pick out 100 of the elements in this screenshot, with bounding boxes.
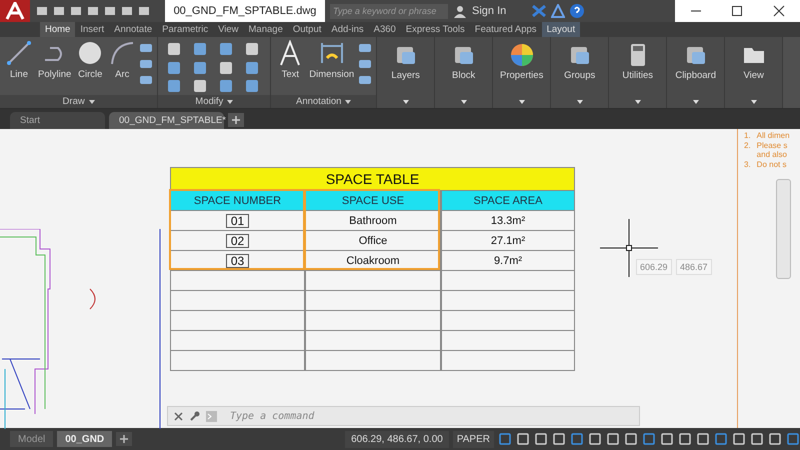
document-tab[interactable]: Start — [10, 112, 105, 129]
wrench-icon[interactable] — [189, 410, 200, 422]
sheet-tab[interactable]: Model — [10, 431, 54, 447]
column-header: SPACE NUMBER — [170, 191, 305, 211]
ribbon-tool[interactable]: Line — [4, 40, 34, 95]
quick-access-icon[interactable] — [137, 5, 151, 17]
ribbon-tab[interactable]: Manage — [244, 22, 288, 37]
tool-icon[interactable] — [244, 79, 260, 94]
tool-icon[interactable] — [166, 42, 182, 56]
tool-icon[interactable] — [139, 42, 154, 54]
application-menu-button[interactable] — [0, 0, 30, 22]
help-icon[interactable] — [570, 4, 584, 18]
maximize-icon[interactable] — [731, 5, 744, 17]
tool-icon[interactable] — [358, 42, 372, 54]
ribbon-panel-button[interactable]: View — [725, 37, 784, 108]
ribbon-tool[interactable]: Text — [275, 40, 306, 95]
panel-title[interactable]: Draw — [0, 95, 158, 108]
status-toggle-icon[interactable] — [570, 432, 584, 446]
ribbon-tab[interactable]: View — [213, 22, 244, 37]
new-layout-button[interactable] — [116, 432, 132, 446]
close-icon[interactable] — [773, 5, 786, 17]
command-field[interactable]: Type a command — [167, 406, 640, 426]
panel-title[interactable]: Modify — [158, 95, 270, 108]
ribbon-panel-button[interactable]: Utilities — [609, 37, 668, 108]
quick-access-icon[interactable] — [86, 5, 100, 17]
status-toggle-icon[interactable] — [696, 432, 710, 446]
tool-icon[interactable] — [244, 42, 260, 56]
ribbon-tab[interactable]: A360 — [368, 22, 401, 37]
status-toggle-icon[interactable] — [624, 432, 638, 446]
tool-icon[interactable] — [192, 79, 208, 94]
status-toggle-icon[interactable] — [642, 432, 656, 446]
new-tab-button[interactable] — [228, 113, 244, 127]
ribbon-tab[interactable]: Parametric — [157, 22, 214, 37]
table-cell: 27.1m² — [441, 231, 575, 251]
ribbon-panel-button[interactable]: Layers — [377, 37, 436, 108]
ribbon-tab[interactable]: Express Tools — [400, 22, 470, 37]
paper-space-button[interactable]: PAPER — [452, 430, 494, 448]
command-input[interactable]: Type a command — [228, 410, 639, 422]
ribbon-tool[interactable]: Dimension — [307, 40, 356, 95]
status-toggle-icon[interactable] — [552, 432, 566, 446]
ribbon-tab[interactable]: Annotate — [109, 22, 158, 37]
tool-icon[interactable] — [139, 58, 154, 70]
status-toggle-icon[interactable] — [786, 432, 800, 446]
caret-icon — [576, 100, 583, 104]
ribbon-panel-button[interactable]: Groups — [551, 37, 610, 108]
cursor-x-readout: 606.29 — [636, 259, 672, 275]
cursor-y-readout: 486.67 — [676, 259, 712, 275]
caret-icon — [402, 100, 409, 104]
tool-icon[interactable] — [358, 74, 372, 86]
tool-icon[interactable] — [166, 79, 182, 94]
ribbon-tab[interactable]: Layout — [542, 22, 580, 37]
status-toggle-icon[interactable] — [750, 432, 764, 446]
table-title: SPACE TABLE — [170, 167, 575, 191]
caret-icon — [88, 100, 95, 104]
tool-icon[interactable] — [192, 42, 208, 56]
status-toggle-icon[interactable] — [660, 432, 674, 446]
dimension-icon — [318, 40, 345, 66]
ribbon-panel-button[interactable]: Clipboard — [667, 37, 726, 108]
status-toggle-icon[interactable] — [678, 432, 692, 446]
column-header: SPACE AREA — [441, 191, 575, 211]
search-field[interactable]: Type a keyword or phrase — [330, 4, 448, 18]
status-toggle-icon[interactable] — [714, 432, 728, 446]
caret-icon — [750, 100, 757, 104]
sign-in-button[interactable]: Sign In — [472, 5, 527, 17]
tool-icon[interactable] — [218, 60, 234, 75]
tool-icon[interactable] — [218, 79, 234, 94]
status-toggle-icon[interactable] — [732, 432, 746, 446]
quick-access-icon[interactable] — [69, 5, 83, 17]
tool-icon[interactable] — [139, 74, 154, 86]
tool-icon[interactable] — [244, 60, 260, 75]
ribbon-tool[interactable]: Arc — [107, 40, 138, 95]
ribbon-tool[interactable]: Circle — [75, 40, 106, 95]
quick-access-icon[interactable] — [120, 5, 134, 17]
triangle-icon[interactable] — [551, 4, 565, 18]
ribbon-tab[interactable]: Home — [40, 22, 76, 37]
tool-icon[interactable] — [192, 60, 208, 75]
ribbon-tab[interactable]: Add-ins — [326, 22, 369, 37]
quick-access-icon[interactable] — [103, 5, 117, 17]
status-toggle-icon[interactable] — [516, 432, 530, 446]
ribbon-tool[interactable]: Polyline — [36, 40, 74, 95]
document-tab[interactable]: 00_GND_FM_SPTABLE* — [109, 112, 224, 129]
status-toggle-icon[interactable] — [768, 432, 782, 446]
ribbon-tab[interactable]: Insert — [75, 22, 110, 37]
status-toggle-icon[interactable] — [534, 432, 548, 446]
plus-icon — [232, 116, 240, 124]
quick-access-icon[interactable] — [52, 5, 66, 17]
document-title: 00_GND_FM_SPTABLE.dwg — [165, 0, 325, 22]
status-toggle-icon[interactable] — [606, 432, 620, 446]
status-toggle-icon[interactable] — [498, 432, 512, 446]
ribbon-panel-button[interactable]: Block — [435, 37, 494, 108]
status-toggle-icon[interactable] — [588, 432, 602, 446]
quick-access-icon[interactable] — [35, 5, 49, 17]
tool-icon[interactable] — [358, 58, 372, 70]
tool-icon[interactable] — [218, 42, 234, 56]
ribbon-tab[interactable]: Featured Apps — [470, 22, 542, 37]
sheet-tab[interactable]: 00_GND — [57, 431, 112, 447]
panel-title[interactable]: Annotation — [271, 95, 376, 108]
ribbon-tab[interactable]: Output — [288, 22, 326, 37]
tool-icon[interactable] — [166, 60, 182, 75]
ribbon-panel-button[interactable]: Properties — [493, 37, 552, 108]
